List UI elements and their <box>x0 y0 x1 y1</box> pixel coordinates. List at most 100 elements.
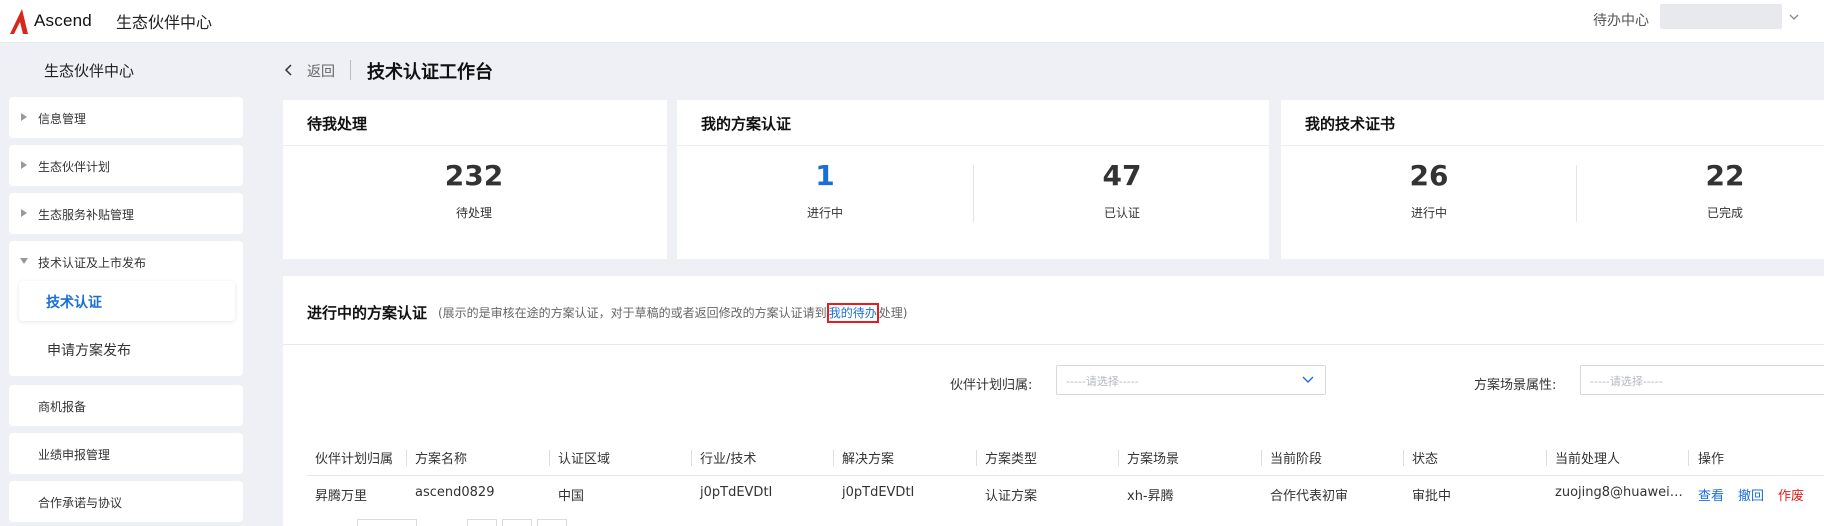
card-title: 待我处理 <box>307 115 368 133</box>
table-header-divider <box>307 475 1824 476</box>
pending-count[interactable]: 232 <box>414 159 534 192</box>
plan-filter-select[interactable]: -----请选择----- <box>1056 365 1326 395</box>
cell-stage: 合作代表初审 <box>1270 489 1349 504</box>
solution-in-progress-label: 进行中 <box>806 206 843 220</box>
stat-divider <box>973 165 974 222</box>
card-title: 我的技术证书 <box>1305 115 1396 133</box>
column-header: 解决方案 <box>842 452 895 467</box>
sidebar-item-info-management[interactable]: 信息管理 <box>9 97 243 138</box>
app-title: 生态伙伴中心 <box>116 13 213 32</box>
card-title: 我的方案认证 <box>701 115 792 133</box>
column-divider <box>1261 450 1262 466</box>
sidebar-item-label: 生态服务补贴管理 <box>38 208 135 222</box>
column-divider <box>976 450 977 466</box>
sidebar-subitem-label: 技术认证 <box>46 295 102 311</box>
scene-filter-select[interactable]: -----请选择----- <box>1580 365 1824 395</box>
column-header: 认证区域 <box>558 452 611 467</box>
user-account-menu[interactable] <box>1660 4 1782 29</box>
column-header: 状态 <box>1412 452 1439 467</box>
chevron-down-icon <box>1302 376 1314 383</box>
column-divider <box>691 450 692 466</box>
sidebar-subitem-tech-cert[interactable]: 技术认证 <box>19 281 235 321</box>
sidebar-item-label: 技术认证及上市发布 <box>38 256 147 270</box>
sidebar-item-performance[interactable]: 业绩申报管理 <box>9 433 243 474</box>
solution-in-progress-count[interactable]: 1 <box>765 159 885 192</box>
column-header: 当前处理人 <box>1555 452 1621 467</box>
card-header: 待我处理 <box>283 100 667 146</box>
my-todo-link[interactable]: 我的待办 <box>826 303 879 323</box>
card-header: 我的方案认证 <box>677 100 1269 146</box>
cell-scene: xh-昇腾 <box>1127 489 1174 504</box>
pager-prev-button[interactable] <box>467 519 497 526</box>
top-bar: Ascend 生态伙伴中心 待办中心 <box>0 0 1824 43</box>
pager-page-button[interactable] <box>502 519 532 526</box>
plan-filter-placeholder: -----请选择----- <box>1066 375 1139 388</box>
sidebar-title: 生态伙伴中心 <box>44 62 135 80</box>
caret-down-icon <box>20 258 28 264</box>
pager-next-button[interactable] <box>537 519 567 526</box>
scene-filter-placeholder: -----请选择----- <box>1590 375 1663 388</box>
sidebar-item-agreements[interactable]: 合作承诺与协议 <box>9 481 243 522</box>
column-header: 方案名称 <box>415 452 468 467</box>
todo-center-link[interactable]: 待办中心 <box>1593 10 1649 30</box>
sidebar-subitem-apply-release[interactable]: 申请方案发布 <box>47 340 131 360</box>
column-header: 伙伴计划归属 <box>315 452 394 467</box>
column-divider <box>1403 450 1404 466</box>
column-header: 当前阶段 <box>1270 452 1323 467</box>
sidebar-item-partner-plan[interactable]: 生态伙伴计划 <box>9 145 243 186</box>
sidebar-item-label: 业绩申报管理 <box>38 448 111 462</box>
sidebar-item-tech-cert-release[interactable]: 技术认证及上市发布 <box>9 241 243 277</box>
sidebar-item-subsidy-management[interactable]: 生态服务补贴管理 <box>9 193 243 234</box>
cell-plan: 昇腾万里 <box>315 489 368 504</box>
sidebar-item-label: 信息管理 <box>38 112 87 126</box>
sidebar-item-label: 商机报备 <box>38 400 87 414</box>
chevron-left-icon[interactable] <box>283 63 295 77</box>
header-divider <box>350 60 351 80</box>
stat-divider <box>1576 165 1577 222</box>
tech-completed-label: 已完成 <box>1706 206 1743 220</box>
view-action[interactable]: 查看 <box>1698 485 1724 504</box>
tech-in-progress-label: 进行中 <box>1410 206 1447 220</box>
solution-certified-label: 已认证 <box>1103 206 1140 220</box>
chevron-down-icon[interactable] <box>1787 10 1801 24</box>
column-header: 操作 <box>1698 452 1725 467</box>
brand-name[interactable]: Ascend <box>34 11 92 31</box>
solution-certified-count[interactable]: 47 <box>1062 159 1182 192</box>
void-action[interactable]: 作废 <box>1778 485 1804 504</box>
column-header: 方案类型 <box>985 452 1038 467</box>
panel-note-suffix: 处理) <box>878 306 908 320</box>
caret-right-icon <box>21 161 27 169</box>
scene-filter-label: 方案场景属性: <box>1474 378 1557 393</box>
cell-name: ascend0829 <box>415 485 495 500</box>
cell-solution: j0pTdEVDtI <box>842 485 915 500</box>
sidebar-item-label: 合作承诺与协议 <box>38 496 123 510</box>
panel-note: (展示的是审核在途的方案认证，对于草稿的或者返回修改的方案认证请到 我的待办 处理) <box>438 303 908 323</box>
back-link[interactable]: 返回 <box>307 61 335 81</box>
cell-industry: j0pTdEVDtI <box>700 485 773 500</box>
panel-note-prefix: (展示的是审核在途的方案认证，对于草稿的或者返回修改的方案认证请到 <box>438 306 827 320</box>
column-divider <box>549 450 550 466</box>
column-divider <box>1118 450 1119 466</box>
panel-title: 进行中的方案认证 <box>307 304 428 322</box>
cell-region: 中国 <box>558 489 585 504</box>
plan-filter-label: 伙伴计划归属: <box>950 378 1033 393</box>
cell-type: 认证方案 <box>985 489 1038 504</box>
column-divider <box>833 450 834 466</box>
page-title: 技术认证工作台 <box>367 62 493 83</box>
card-header: 我的技术证书 <box>1281 100 1824 146</box>
tech-completed-count[interactable]: 22 <box>1665 159 1785 192</box>
withdraw-action[interactable]: 撤回 <box>1738 485 1764 504</box>
pending-label: 待处理 <box>455 206 492 220</box>
column-divider <box>1546 450 1547 466</box>
caret-right-icon <box>21 113 27 121</box>
column-header: 行业/技术 <box>700 452 757 467</box>
tech-in-progress-count[interactable]: 26 <box>1369 159 1489 192</box>
sidebar-item-opportunity[interactable]: 商机报备 <box>9 385 243 426</box>
column-divider <box>1688 450 1689 466</box>
column-divider <box>406 450 407 466</box>
cell-status: 审批中 <box>1412 489 1452 504</box>
cell-handler: zuojing8@huawei.com <box>1555 485 1683 500</box>
page-size-select[interactable] <box>357 519 417 526</box>
sidebar-item-label: 生态伙伴计划 <box>38 160 111 174</box>
panel-divider <box>283 344 1824 345</box>
